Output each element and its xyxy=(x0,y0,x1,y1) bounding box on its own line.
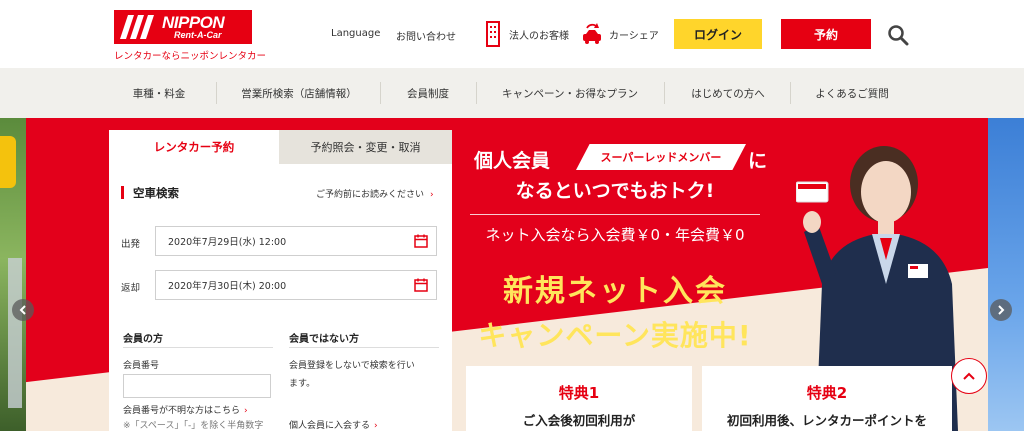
chevron-right-icon: › xyxy=(430,190,434,200)
next-slide-peek xyxy=(988,118,1024,431)
corporate-link[interactable]: 法人のお客様 xyxy=(485,20,569,48)
notice-label: ご予約前にお読みください xyxy=(316,190,425,200)
tab-rental-reservation[interactable]: レンタカー予約 xyxy=(109,130,279,164)
promo-big-heading: 新規ネット入会 xyxy=(503,274,727,309)
forgot-member-number-label: 会員番号が不明な方はこちら xyxy=(123,406,241,416)
prev-slide-peek xyxy=(0,118,26,431)
nav-separator xyxy=(664,82,665,104)
promo-heading-line2: なるといつでもおトク! xyxy=(515,180,715,202)
carshare-icon xyxy=(583,23,601,44)
benefit-card-1: 特典1 ご入会後初回利用が xyxy=(466,366,692,431)
promo-heading-a: 個人会員 xyxy=(474,150,551,172)
join-member-label: 個人会員に入会する xyxy=(289,421,371,431)
member-heading: 会員の方 xyxy=(123,334,163,345)
chevron-right-icon: › xyxy=(244,406,248,416)
nonmember-text-1: 会員登録をしないで検索を行い xyxy=(289,361,415,371)
reserve-button[interactable]: 予約 xyxy=(781,19,871,49)
nonmember-heading: 会員ではない方 xyxy=(289,334,359,345)
calendar-icon[interactable] xyxy=(414,278,428,292)
promo-divider xyxy=(470,214,760,215)
carousel-prev-button[interactable] xyxy=(12,299,34,321)
logo-red-box: NIPPON Rent-A-Car xyxy=(114,10,252,44)
nav-item-membership[interactable]: 会員制度 xyxy=(382,68,474,118)
return-label: 返却 xyxy=(121,283,141,294)
nav-separator xyxy=(380,82,381,104)
prev-slide-decoration xyxy=(8,258,22,408)
promo-heading-b: に xyxy=(748,150,768,172)
logo-sub: Rent-A-Car xyxy=(174,30,222,40)
departure-datetime-field[interactable]: 2020年7月29日(水) 12:00 xyxy=(155,226,437,256)
language-link[interactable]: Language xyxy=(331,28,380,39)
benefit-card-2-title: 特典2 xyxy=(806,384,848,402)
divider xyxy=(123,347,273,348)
prev-slide-decoration xyxy=(0,136,16,188)
chevron-right-icon: › xyxy=(374,421,378,431)
corporate-label: 法人のお客様 xyxy=(509,30,569,42)
forgot-member-number-link[interactable]: 会員番号が不明な方はこちら › xyxy=(123,403,248,416)
benefit-card-1-text: ご入会後初回利用が xyxy=(522,413,636,428)
departure-value: 2020年7月29日(水) 12:00 xyxy=(168,237,287,248)
login-button[interactable]: ログイン xyxy=(674,19,762,49)
booking-panel: レンタカー予約 予約照会・変更・取消 空車検索 ご予約前にお読みください › 出発… xyxy=(109,130,452,431)
member-number-label: 会員番号 xyxy=(123,361,160,371)
departure-label: 出発 xyxy=(121,239,141,250)
nav-item-first-time[interactable]: はじめての方へ xyxy=(666,68,790,118)
building-icon xyxy=(486,21,500,47)
nippon-rent-a-car-logo[interactable]: NIPPON Rent-A-Car レンタカーならニッポンレンタカー xyxy=(114,10,267,62)
search-icon[interactable] xyxy=(887,24,909,46)
nav-item-campaigns[interactable]: キャンペーン・お得なプラン xyxy=(478,68,662,118)
join-member-link[interactable]: 個人会員に入会する › xyxy=(289,418,378,431)
vacancy-search-title: 空車検索 xyxy=(121,185,179,201)
page-top-button[interactable] xyxy=(951,358,987,394)
benefit-card-2-text: 初回利用後、レンタカーポイントを xyxy=(726,413,927,428)
nav-separator xyxy=(476,82,477,104)
promo-campaign-heading: キャンペーン実施中! xyxy=(478,319,752,352)
super-red-member-badge: スーパーレッドメンバー xyxy=(576,144,746,170)
tab-reservation-inquiry[interactable]: 予約照会・変更・取消 xyxy=(279,130,452,164)
hero-banner: 個人会員 スーパーレッドメンバー に なるといつでもおトク! ネット入会なら入会… xyxy=(0,118,1024,431)
logo-tagline: レンタカーならニッポンレンタカー xyxy=(114,51,267,62)
promo-fee-text: ネット入会なら入会費￥0・年会費￥0 xyxy=(485,226,745,244)
contact-link[interactable]: お問い合わせ xyxy=(396,28,456,43)
member-number-input[interactable] xyxy=(123,374,271,398)
carshare-label: カーシェア xyxy=(609,30,659,42)
pre-booking-notice-link[interactable]: ご予約前にお読みください › xyxy=(316,187,434,200)
site-header: NIPPON Rent-A-Car レンタカーならニッポンレンタカー Langu… xyxy=(0,0,1024,68)
return-value: 2020年7月30日(木) 20:00 xyxy=(168,281,287,292)
logo-stripes-icon xyxy=(120,15,154,39)
carshare-link[interactable]: カーシェア xyxy=(581,20,659,48)
nav-separator xyxy=(216,82,217,104)
nav-separator xyxy=(790,82,791,104)
calendar-icon[interactable] xyxy=(414,234,428,248)
return-datetime-field[interactable]: 2020年7月30日(木) 20:00 xyxy=(155,270,437,300)
nonmember-text-2: ます。 xyxy=(289,379,316,389)
global-nav: 車種・料金 営業所検索（店舗情報） 会員制度 キャンペーン・お得なプラン はじめ… xyxy=(0,68,1024,118)
chevron-right-icon xyxy=(998,305,1005,315)
benefit-card-1-title: 特典1 xyxy=(558,384,600,402)
benefit-card-2: 特典2 初回利用後、レンタカーポイントを xyxy=(702,366,952,431)
nav-item-faq[interactable]: よくあるご質問 xyxy=(792,68,912,118)
divider xyxy=(289,347,439,348)
nav-item-vehicles[interactable]: 車種・料金 xyxy=(104,68,214,118)
chevron-up-icon xyxy=(963,372,975,380)
carousel-next-button[interactable] xyxy=(990,299,1012,321)
member-number-input-note: ※「スペース」「-」を除く半角数字 xyxy=(123,421,264,431)
nav-item-office-search[interactable]: 営業所検索（店舗情報） xyxy=(218,68,380,118)
chevron-left-icon xyxy=(19,305,26,315)
